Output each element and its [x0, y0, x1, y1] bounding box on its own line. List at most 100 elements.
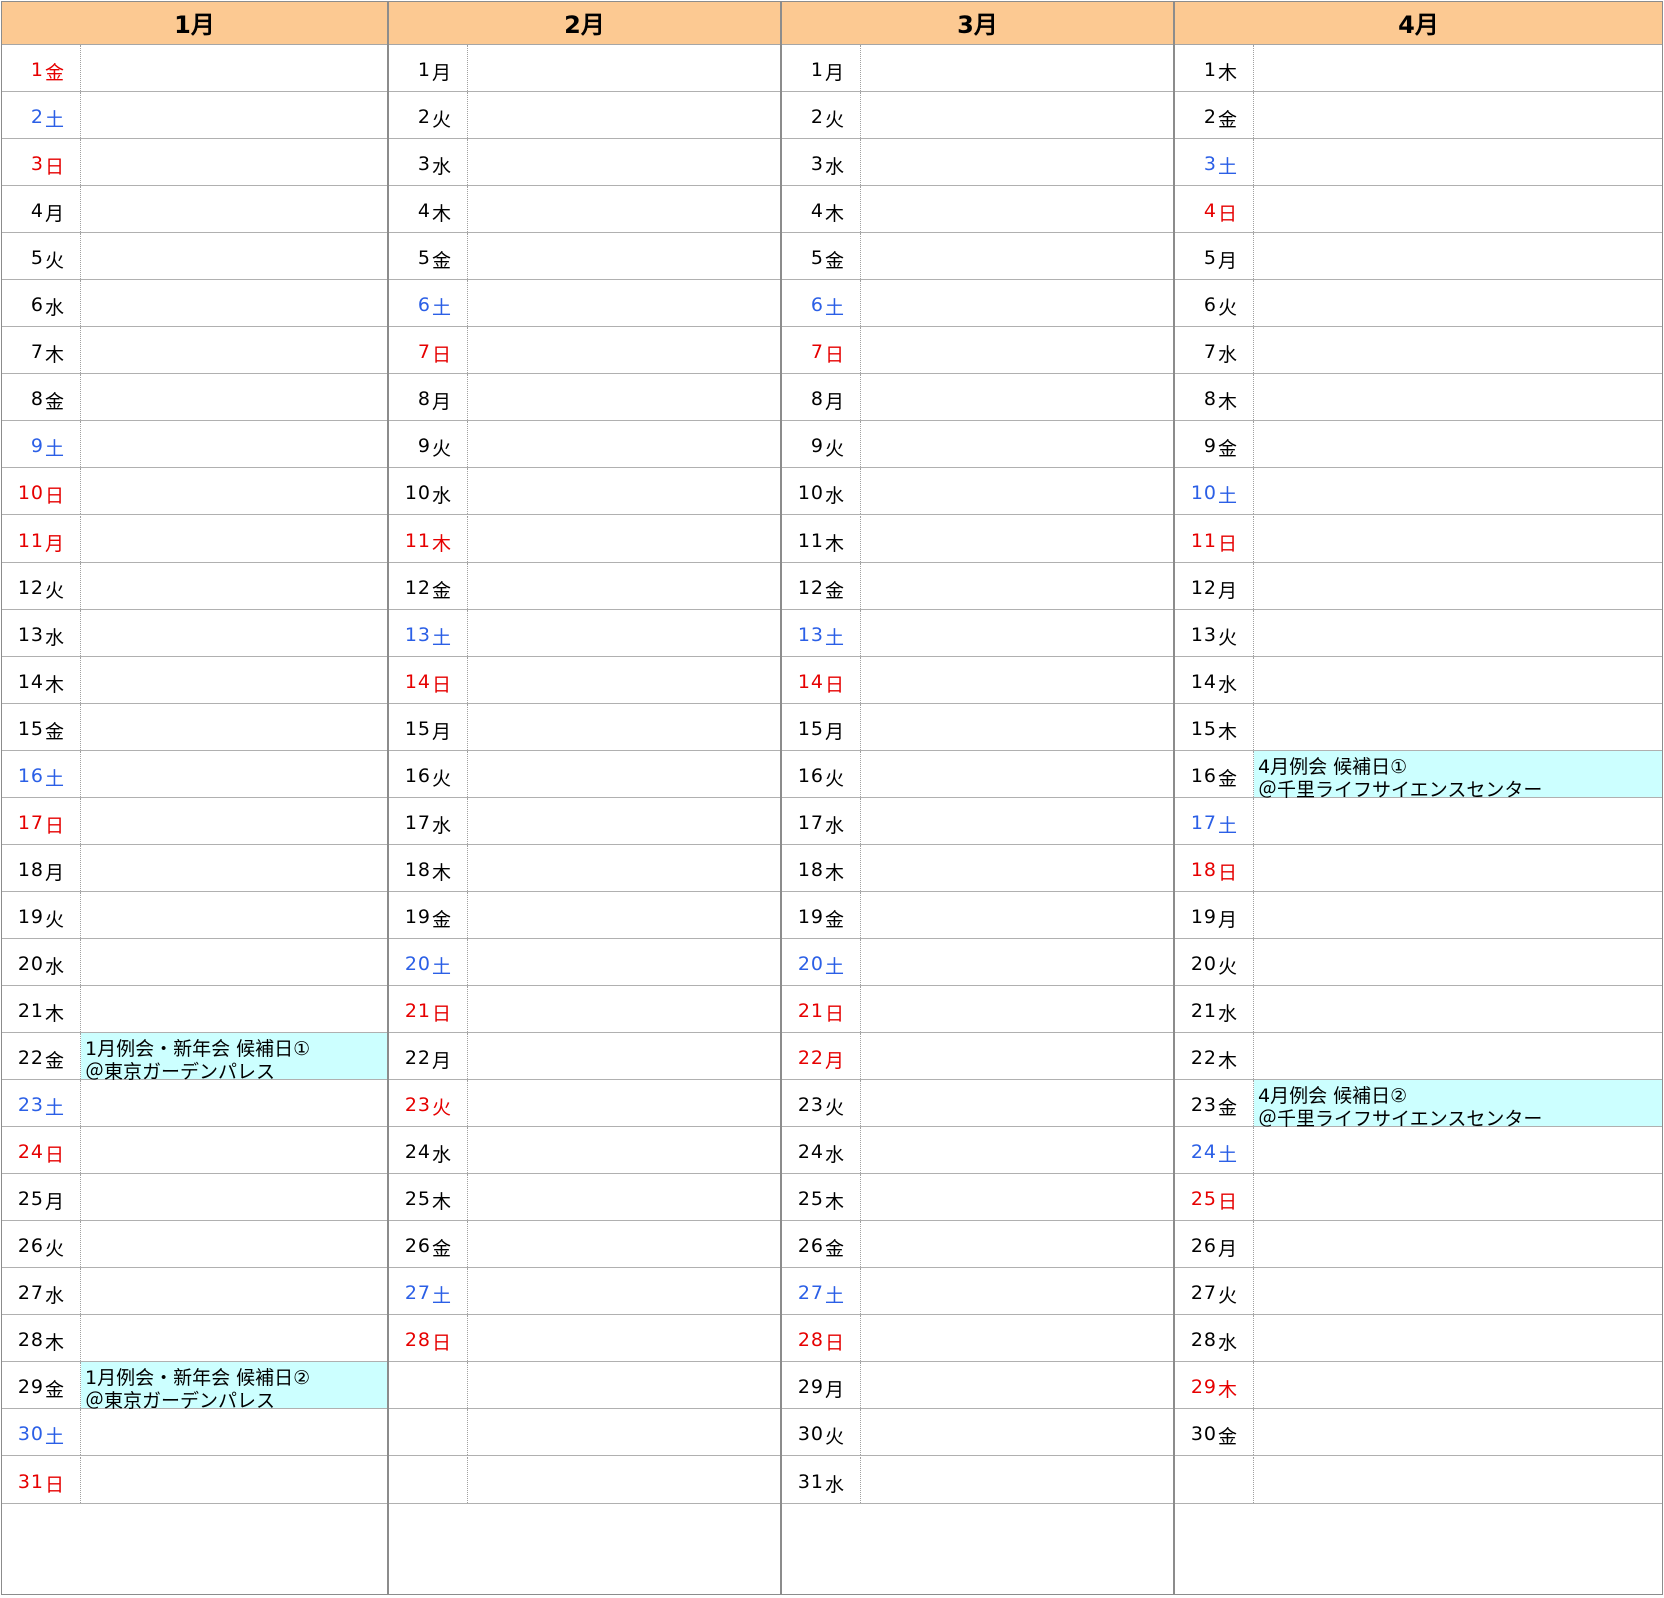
day-row[interactable]: 24 水: [388, 1127, 781, 1175]
day-row[interactable]: 12 金: [781, 562, 1174, 610]
day-row[interactable]: 30 土: [1, 1409, 388, 1457]
event-cell[interactable]: [468, 516, 781, 562]
event-cell[interactable]: [861, 280, 1174, 326]
day-row[interactable]: 21 日: [781, 986, 1174, 1034]
day-row[interactable]: 4木: [781, 186, 1174, 234]
event-cell[interactable]: [1254, 92, 1663, 138]
event-cell[interactable]: [81, 657, 388, 703]
event-cell[interactable]: [81, 92, 388, 138]
day-row[interactable]: 12 金: [388, 562, 781, 610]
event-cell[interactable]: [1254, 374, 1663, 420]
event-cell[interactable]: [1254, 939, 1663, 985]
event-cell[interactable]: [1254, 139, 1663, 185]
event-cell[interactable]: [1254, 1409, 1663, 1455]
event-cell[interactable]: [468, 1033, 781, 1079]
event-cell[interactable]: [81, 186, 388, 232]
day-row[interactable]: 28 木: [1, 1315, 388, 1363]
event-cell[interactable]: [1254, 892, 1663, 938]
event-cell[interactable]: [81, 374, 388, 420]
event-cell[interactable]: [861, 892, 1174, 938]
day-row[interactable]: 2火: [388, 92, 781, 140]
event-cell[interactable]: [468, 704, 781, 750]
event-cell[interactable]: [861, 751, 1174, 797]
event-cell[interactable]: [468, 1315, 781, 1361]
day-row[interactable]: 10 水: [388, 468, 781, 516]
day-row[interactable]: 18 木: [388, 844, 781, 892]
day-row[interactable]: 27 火: [1174, 1268, 1663, 1316]
event-cell[interactable]: [468, 327, 781, 373]
day-row[interactable]: 1月: [388, 45, 781, 93]
day-row[interactable]: 17 水: [781, 797, 1174, 845]
day-row[interactable]: [388, 1409, 781, 1457]
day-row[interactable]: 23 金 4月例会 候補日② ＠千里ライフサイエンスセンター: [1174, 1080, 1663, 1130]
day-row[interactable]: 9金: [1174, 421, 1663, 469]
event-cell[interactable]: [861, 610, 1174, 656]
day-row[interactable]: 14 木: [1, 656, 388, 704]
day-row[interactable]: 4木: [388, 186, 781, 234]
day-row[interactable]: 28 日: [388, 1315, 781, 1363]
day-row[interactable]: 20 水: [1, 938, 388, 986]
event-cell[interactable]: [1254, 845, 1663, 891]
day-row[interactable]: 30 金: [1174, 1409, 1663, 1457]
event-cell[interactable]: [81, 233, 388, 279]
day-row[interactable]: 13 土: [388, 609, 781, 657]
event-cell[interactable]: [468, 563, 781, 609]
day-row[interactable]: 14 日: [388, 656, 781, 704]
event-cell[interactable]: [468, 421, 781, 467]
event-cell[interactable]: [1254, 280, 1663, 326]
day-row[interactable]: 8木: [1174, 374, 1663, 422]
event-cell[interactable]: [861, 468, 1174, 514]
event-cell[interactable]: [468, 1174, 781, 1220]
event-cell[interactable]: [81, 468, 388, 514]
event-cell[interactable]: [1254, 1457, 1663, 1503]
event-cell[interactable]: [81, 45, 388, 91]
event-cell[interactable]: [81, 139, 388, 185]
event-cell[interactable]: [81, 798, 388, 844]
event-cell[interactable]: [1254, 233, 1663, 279]
event-cell[interactable]: [1254, 468, 1663, 514]
day-row[interactable]: 12 月: [1174, 562, 1663, 610]
day-row[interactable]: 22 金 1月例会・新年会 候補日① ＠東京ガーデンパレス: [1, 1033, 388, 1083]
event-cell[interactable]: [861, 1315, 1174, 1361]
day-row[interactable]: 21 木: [1, 986, 388, 1034]
day-row[interactable]: 18 月: [1, 844, 388, 892]
event-cell[interactable]: [1254, 1127, 1663, 1173]
day-row[interactable]: 25 木: [388, 1174, 781, 1222]
day-row[interactable]: 20 土: [388, 938, 781, 986]
event-cell[interactable]: [468, 845, 781, 891]
event-cell[interactable]: [81, 421, 388, 467]
day-row[interactable]: 22 木: [1174, 1033, 1663, 1081]
day-row[interactable]: 7日: [781, 327, 1174, 375]
day-row[interactable]: 12 火: [1, 562, 388, 610]
day-row[interactable]: 22 月: [781, 1033, 1174, 1081]
event-cell[interactable]: 1月例会・新年会 候補日② ＠東京ガーデンパレス: [81, 1362, 388, 1412]
event-cell[interactable]: [1254, 1268, 1663, 1314]
event-cell[interactable]: [861, 657, 1174, 703]
day-row[interactable]: 3水: [388, 139, 781, 187]
day-row[interactable]: 31 水: [781, 1456, 1174, 1504]
day-row[interactable]: 1月: [781, 45, 1174, 93]
event-cell[interactable]: [81, 1127, 388, 1173]
event-cell[interactable]: [81, 610, 388, 656]
day-row[interactable]: 28 日: [781, 1315, 1174, 1363]
day-row[interactable]: 6水: [1, 280, 388, 328]
day-row[interactable]: 11 木: [388, 515, 781, 563]
day-row[interactable]: 15 金: [1, 703, 388, 751]
day-row[interactable]: 15 木: [1174, 703, 1663, 751]
day-row[interactable]: 20 土: [781, 938, 1174, 986]
day-row[interactable]: 5火: [1, 233, 388, 281]
day-row[interactable]: 16 金 4月例会 候補日① ＠千里ライフサイエンスセンター: [1174, 750, 1663, 801]
day-row[interactable]: 4日: [1174, 186, 1663, 234]
day-row[interactable]: [1174, 1456, 1663, 1504]
event-cell[interactable]: [1254, 1362, 1663, 1408]
day-row[interactable]: 19 金: [388, 891, 781, 939]
event-cell[interactable]: [1254, 657, 1663, 703]
day-row[interactable]: 21 日: [388, 986, 781, 1034]
event-cell[interactable]: [861, 92, 1174, 138]
event-cell[interactable]: [81, 280, 388, 326]
day-row[interactable]: 25 日: [1174, 1174, 1663, 1222]
event-cell[interactable]: [861, 1409, 1174, 1455]
day-row[interactable]: 29 月: [781, 1362, 1174, 1410]
day-row[interactable]: 26 金: [781, 1221, 1174, 1269]
day-row[interactable]: 3水: [781, 139, 1174, 187]
